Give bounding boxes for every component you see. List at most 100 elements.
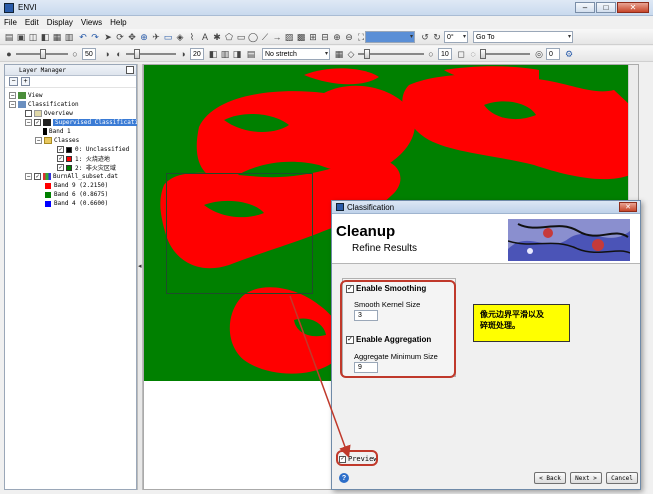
panel-pin-icon[interactable] <box>126 66 134 74</box>
tree-item-class-0[interactable]: ✓ 0: Unclassified <box>57 145 129 154</box>
ellipse-icon[interactable]: ◯ <box>248 32 258 42</box>
menu-file[interactable]: File <box>0 18 21 27</box>
collapse-view-icon[interactable]: − <box>9 92 16 99</box>
dialog-close-button[interactable]: ✕ <box>619 202 637 212</box>
overview-icon <box>34 110 42 117</box>
polyline-icon[interactable]: ⟋ <box>260 32 270 42</box>
rotate-icon[interactable]: ⟳ <box>115 32 125 42</box>
crosshair-icon[interactable]: ⊕ <box>139 32 149 42</box>
annotation-line-2: 碎斑处理。 <box>480 321 520 331</box>
symbol-icon[interactable]: ✱ <box>212 32 222 42</box>
menu-views[interactable]: Views <box>77 18 106 27</box>
zoom-in-icon[interactable]: ⊞ <box>308 32 318 42</box>
tree-item-class-2[interactable]: ✓ 2: 非火灾区域 <box>57 163 116 172</box>
class-0-checkbox[interactable]: ✓ <box>57 146 64 153</box>
collapse-file-icon[interactable]: − <box>25 173 32 180</box>
class-1-checkbox[interactable]: ✓ <box>57 155 64 162</box>
zoom-out-icon[interactable]: ⊟ <box>320 32 330 42</box>
back-button[interactable]: < Back <box>534 472 566 484</box>
layer-icon[interactable]: ◧ <box>40 32 50 42</box>
contrast-slider[interactable] <box>126 49 176 59</box>
stretch-histogram-icon[interactable]: ▥ <box>220 49 230 59</box>
sharpen-max-icon: ○ <box>428 48 434 59</box>
file-checkbox[interactable]: ✓ <box>34 173 41 180</box>
vector-icon[interactable]: ▭ <box>163 32 173 42</box>
fixed-zoom-out-icon[interactable]: ⊖ <box>344 32 354 42</box>
menu-help[interactable]: Help <box>106 18 130 27</box>
cancel-button[interactable]: Cancel <box>606 472 638 484</box>
overview-checkbox[interactable] <box>25 110 32 117</box>
collapse-panel-icon[interactable]: ◂ <box>138 262 142 270</box>
brightness-field[interactable]: 50 <box>82 48 96 60</box>
contrast-slider-handle[interactable] <box>134 49 140 59</box>
close-button[interactable]: ✕ <box>617 2 649 13</box>
collapse-classes-icon[interactable]: − <box>35 137 42 144</box>
tree-item-classification[interactable]: − Classification <box>9 100 79 109</box>
polygon-icon[interactable]: ⬠ <box>224 32 234 42</box>
supervised-checkbox[interactable]: ✓ <box>34 119 41 126</box>
step-heading: Cleanup <box>336 223 396 240</box>
sharpen-field[interactable]: 10 <box>438 48 452 60</box>
help-icon[interactable]: ? <box>339 473 349 483</box>
transparency-slider[interactable] <box>480 49 530 59</box>
undo-icon[interactable]: ↶ <box>78 32 88 42</box>
brightness-slider[interactable] <box>16 49 68 59</box>
sharpen-slider[interactable] <box>358 49 424 59</box>
cursor-value-icon[interactable]: ◈ <box>175 32 185 42</box>
next-button[interactable]: Next > <box>570 472 602 484</box>
tree-item-band-4[interactable]: Band 4 (0.6600) <box>45 199 108 208</box>
select-icon[interactable]: ➤ <box>103 32 113 42</box>
menu-edit[interactable]: Edit <box>21 18 43 27</box>
tree-item-supervised-classification[interactable]: − ✓ Supervised Classificati <box>25 118 141 127</box>
collapse-all-icon[interactable]: − <box>9 77 18 86</box>
open-icon[interactable]: ▤ <box>4 32 14 42</box>
tree-item-overview[interactable]: Overview <box>25 109 73 118</box>
minimize-button[interactable]: – <box>575 2 595 13</box>
stretch-options-icon[interactable]: ▤ <box>246 49 256 59</box>
redo-icon[interactable]: ↷ <box>90 32 100 42</box>
pan-icon[interactable]: ✥ <box>127 32 137 42</box>
preview-highlight-frame <box>336 450 378 466</box>
menu-display[interactable]: Display <box>43 18 77 27</box>
fly-icon[interactable]: ✈ <box>151 32 161 42</box>
collapse-classification-icon[interactable]: − <box>9 101 16 108</box>
goto-field[interactable]: Go To ▾ <box>473 31 573 43</box>
collapse-supervised-icon[interactable]: − <box>25 119 32 126</box>
tree-item-band-6[interactable]: Band 6 (0.8675) <box>45 190 108 199</box>
fixed-zoom-in-icon[interactable]: ⊕ <box>332 32 342 42</box>
rotate-left-icon[interactable]: ↺ <box>420 32 430 42</box>
transparency-slider-handle[interactable] <box>480 49 486 59</box>
annotation-icon[interactable]: ⌇ <box>187 32 197 42</box>
rotate-right-icon[interactable]: ↻ <box>432 32 442 42</box>
overview-extent-box[interactable] <box>166 173 313 294</box>
print-icon[interactable]: ◫ <box>28 32 38 42</box>
sharpen-slider-handle[interactable] <box>364 49 370 59</box>
text-annotation-icon[interactable]: A <box>200 32 210 42</box>
map-icon[interactable]: ▩ <box>296 32 306 42</box>
portal-icon[interactable]: ▥ <box>64 32 74 42</box>
tree-item-classes[interactable]: − Classes <box>35 136 79 145</box>
rotation-field[interactable]: 0° ▾ <box>444 31 468 43</box>
tree-item-view[interactable]: − View <box>9 91 42 100</box>
rgb-layer-icon <box>43 173 51 180</box>
contrast-icon: ◑ <box>104 48 110 59</box>
picture-icon[interactable]: ▨ <box>284 32 294 42</box>
contrast-field[interactable]: 20 <box>190 48 204 60</box>
stretch-select[interactable]: No stretch ▾ <box>262 48 330 60</box>
window-controls: – □ ✕ <box>575 2 649 13</box>
brightness-slider-handle[interactable] <box>40 49 46 59</box>
data-manager-icon[interactable]: ▦ <box>52 32 62 42</box>
maximize-button[interactable]: □ <box>596 2 616 13</box>
expand-all-icon[interactable]: + <box>21 77 30 86</box>
tree-item-band-9[interactable]: Band 9 (2.2150) <box>45 181 108 190</box>
tree-item-class-1[interactable]: ✓ 1: 火烧迹地 <box>57 154 110 163</box>
zoom-level-field[interactable]: ▾ <box>365 31 415 43</box>
transparency-field[interactable]: 0 <box>546 48 560 60</box>
rectangle-icon[interactable]: ▭ <box>236 32 246 42</box>
settings-icon[interactable]: ⚙ <box>564 49 574 59</box>
tree-item-band-1[interactable]: Band 1 <box>43 127 71 136</box>
save-icon[interactable]: ▣ <box>16 32 26 42</box>
tree-item-burnall-subset[interactable]: − ✓ BurnAll_subset.dat <box>25 172 118 181</box>
class-2-checkbox[interactable]: ✓ <box>57 164 64 171</box>
arrow-icon[interactable]: → <box>272 32 282 42</box>
